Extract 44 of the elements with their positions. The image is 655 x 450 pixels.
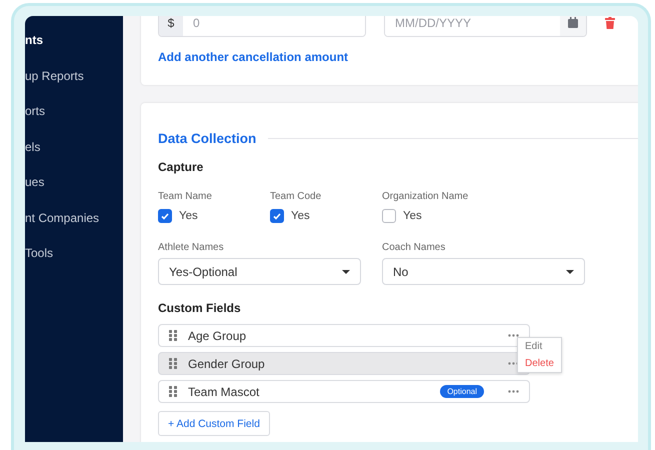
custom-field-row[interactable]: Team Mascot Optional: [158, 380, 530, 403]
checkbox-label: Yes: [403, 210, 422, 222]
capture-heading: Capture: [158, 160, 204, 174]
field-label: Coach Names: [382, 242, 446, 253]
checkbox[interactable]: [158, 209, 172, 223]
drag-handle-icon[interactable]: [169, 330, 177, 341]
amount-field[interactable]: $ 0: [158, 16, 366, 37]
sidebar-item[interactable]: up Reports: [25, 68, 123, 104]
sidebar-item[interactable]: nts: [25, 33, 123, 68]
calendar-icon[interactable]: [568, 17, 578, 28]
field-label: Team Name: [158, 191, 212, 202]
custom-field-name: Age Group: [188, 328, 248, 342]
dropdown[interactable]: No: [382, 258, 585, 285]
field-label: Organization Name: [382, 191, 468, 202]
add-custom-field-button[interactable]: + Add Custom Field: [158, 411, 270, 436]
drag-handle-icon[interactable]: [169, 386, 177, 397]
checkbox[interactable]: [270, 209, 284, 223]
add-cancellation-link[interactable]: Add another cancellation amount: [158, 50, 348, 64]
caret-icon: [342, 270, 350, 274]
drag-handle-icon[interactable]: [169, 358, 177, 369]
sidebar-item[interactable]: els: [25, 140, 123, 175]
field-label: Team Code: [270, 191, 322, 202]
check-icon: [161, 212, 169, 220]
menu-item[interactable]: Edit: [525, 341, 554, 352]
custom-field-name: Gender Group: [188, 356, 266, 370]
sidebar-item[interactable]: ues: [25, 175, 123, 210]
dropdown[interactable]: Yes-Optional: [158, 258, 361, 285]
checkbox[interactable]: [382, 209, 396, 223]
checkbox-label: Yes: [291, 210, 310, 222]
field-label: Athlete Names: [158, 242, 224, 253]
more-icon[interactable]: [508, 334, 519, 337]
custom-fields-heading: Custom Fields: [158, 301, 241, 315]
checkbox-label: Yes: [179, 210, 198, 222]
check-icon: [273, 212, 281, 220]
optional-badge: Optional: [440, 385, 484, 398]
caret-icon: [566, 270, 574, 274]
custom-field-name: Team Mascot: [188, 384, 260, 398]
sidebar-item[interactable]: nt Companies: [25, 210, 123, 246]
section-title: Data Collection: [158, 131, 256, 146]
sidebar-item[interactable]: Tools: [25, 246, 123, 282]
more-icon[interactable]: [508, 390, 519, 393]
trash-icon[interactable]: [605, 16, 615, 28]
sidebar-item[interactable]: orts: [25, 104, 123, 140]
date-field[interactable]: MM/DD/YYYY: [384, 16, 587, 37]
